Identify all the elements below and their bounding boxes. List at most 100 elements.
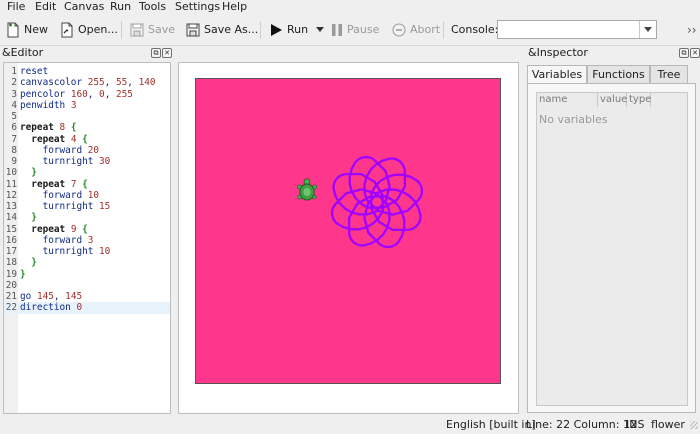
tab-variables[interactable]: Variables [527,65,587,84]
code-line[interactable]: 18 } [4,257,170,268]
code-token: 145 [65,291,83,302]
code-token: forward [20,144,88,156]
line-number: 10 [5,167,17,179]
column-header-value[interactable]: value [598,93,627,107]
menu-canvas[interactable]: Canvas [63,0,105,15]
line-number: 12 [5,189,17,201]
code-line[interactable]: 4 penwidth 3 [4,100,170,111]
column-header-name[interactable]: name [537,93,598,107]
tab-tree[interactable]: Tree [650,65,688,83]
line-number: 5 [11,111,17,122]
code-line[interactable]: 14 } [4,212,170,223]
turtle-canvas [195,78,501,384]
abort-button[interactable]: Abort [392,20,440,40]
code-text: forward 3 [20,234,94,246]
new-file-icon [6,22,20,38]
chevron-down-icon [644,23,652,36]
code-line[interactable]: 10 } [4,167,170,178]
code-token: } [31,167,37,179]
open-button[interactable]: Open... [60,20,118,40]
menu-file[interactable]: File [6,0,26,15]
column-header-type[interactable]: type [627,93,651,107]
code-token: forward [20,234,88,246]
code-line[interactable]: 2 canvascolor 255, 55, 140 [4,77,170,88]
code-text: forward 20 [20,145,99,156]
code-line[interactable]: 6 repeat 8 { [4,122,170,133]
code-token: turnright [20,201,100,212]
code-line[interactable]: 20 [4,280,170,291]
abort-label: Abort [410,23,441,36]
line-number: 2 [11,77,17,89]
code-line[interactable]: 9 turnright 30 [4,156,170,167]
code-token: 0 [76,302,83,314]
code-token: } [31,212,37,224]
run-button[interactable]: Run [269,20,308,40]
flower-drawing [330,155,424,249]
tab-functions[interactable]: Functions [587,65,650,83]
abort-icon [392,23,406,37]
code-line[interactable]: 21 go 145, 145 [4,291,170,302]
code-line[interactable]: 15 repeat 9 { [4,224,170,235]
line-number: 21 [5,291,17,302]
code-token: , [127,77,139,89]
code-text: } [20,257,37,268]
line-number: 7 [11,133,17,145]
code-token: turnright [20,246,100,257]
line-number: 8 [11,144,17,156]
code-token: 20 [87,144,100,156]
chevron-down-icon [316,27,324,33]
console-input[interactable] [497,20,657,39]
code-line[interactable]: 7 repeat 4 { [4,134,170,145]
float-icon[interactable]: ⧉ [151,48,161,58]
code-line[interactable]: 12 forward 10 [4,190,170,201]
pause-button[interactable]: Pause [331,20,379,40]
code-line[interactable]: 5 [4,111,170,122]
code-token: penwidth [20,99,71,111]
save-as-button[interactable]: Save As... [186,20,258,40]
new-button[interactable]: New [6,20,48,40]
code-text: turnright 15 [20,201,111,212]
canvas-area [178,62,519,414]
code-line[interactable]: 8 forward 20 [4,145,170,156]
menu-run[interactable]: Run [109,0,132,15]
code-line[interactable]: 22 direction 0 [4,302,170,314]
close-icon[interactable]: ✕ [162,48,172,58]
menu-help[interactable]: Help [221,0,248,15]
variables-table[interactable]: name value type No variables [536,92,688,406]
menu-tools[interactable]: Tools [138,0,167,15]
line-number: 17 [5,246,17,257]
code-line[interactable]: 13 turnright 15 [4,201,170,212]
console-label-text: Console: [451,23,499,36]
code-line[interactable]: 11 repeat 7 { [4,179,170,190]
menu-edit[interactable]: Edit [34,0,57,15]
code-token: 30 [99,156,111,167]
code-text: forward 10 [20,190,99,201]
code-text: direction 0 [20,302,82,313]
code-text: } [20,212,37,223]
line-number: 6 [11,122,17,134]
code-editor[interactable]: 1 reset 2 canvascolor 255, 55, 140 3 pencolor… [3,62,171,414]
code-token: 10 [87,189,100,201]
flower-path [330,155,424,249]
float-icon[interactable]: ⧉ [679,48,689,58]
code-line[interactable]: 3 pencolor 160, 0, 255 [4,89,170,100]
line-number: 11 [5,178,17,190]
close-icon[interactable]: ✕ [690,48,700,58]
menu-settings[interactable]: Settings [174,0,221,15]
toolbar-separator [121,21,122,39]
code-line[interactable]: 1 reset [4,66,170,77]
resize-grip-icon[interactable] [690,421,698,429]
code-token: repeat [31,133,71,145]
console-dropdown-button[interactable] [639,21,656,38]
code-line[interactable]: 16 forward 3 [4,235,170,246]
line-number: 4 [11,99,17,111]
save-button[interactable]: Save [130,20,175,40]
pause-label: Pause [347,23,380,36]
code-line[interactable]: 19} [4,269,170,280]
pause-icon [331,23,343,37]
run-dropdown[interactable] [316,20,324,40]
toolbar-overflow-button[interactable]: ›› [687,20,697,40]
code-token: , [87,88,100,100]
code-line[interactable]: 17 turnright 10 [4,246,170,257]
